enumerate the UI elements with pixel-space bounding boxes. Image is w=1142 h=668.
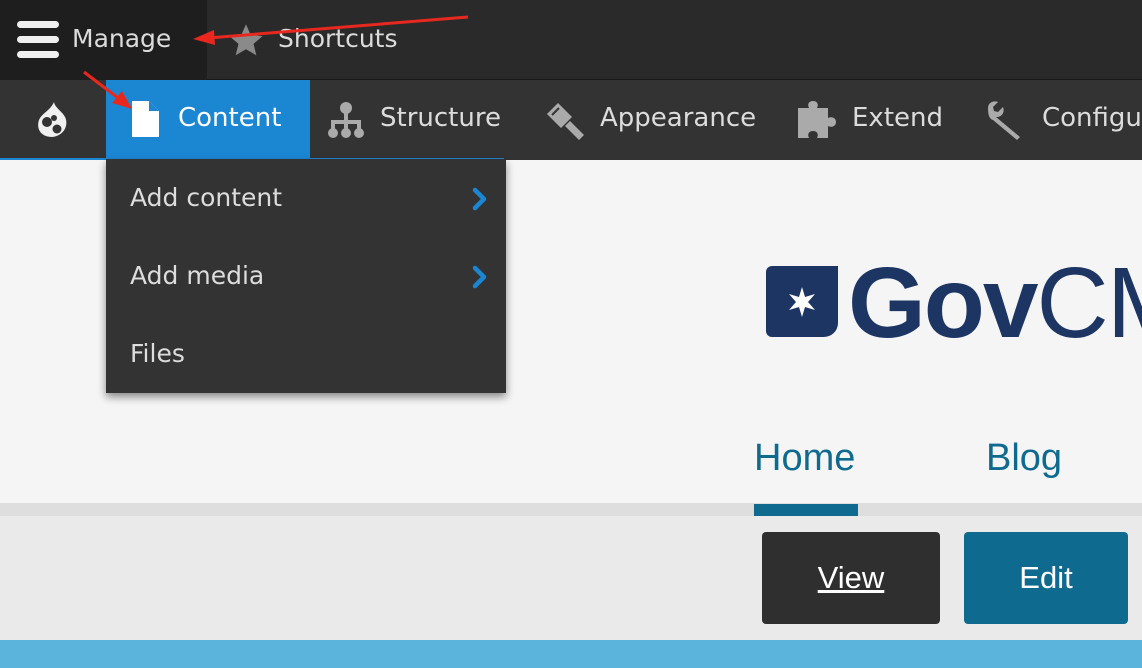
logo-wordmark: GovCM xyxy=(848,253,1142,353)
nav-link-blog[interactable]: Blog xyxy=(986,437,1062,480)
drupal-home-link[interactable] xyxy=(28,80,78,159)
view-button[interactable]: View xyxy=(762,532,940,624)
admin-toolbar: Manage Shortcuts xyxy=(0,0,1142,80)
nav-link-home[interactable]: Home xyxy=(754,437,855,480)
wrench-icon xyxy=(988,101,1020,140)
tray-item-label: Configur xyxy=(1042,103,1142,133)
chevron-right-icon xyxy=(472,187,487,211)
menu-item-add-content[interactable]: Add content xyxy=(106,159,506,237)
drupal-icon xyxy=(38,102,67,137)
document-icon xyxy=(132,101,159,137)
nav-active-indicator xyxy=(754,504,858,516)
manage-label: Manage xyxy=(72,24,172,53)
star-icon xyxy=(229,24,263,56)
sitemap-icon xyxy=(328,102,364,138)
shortcuts-tab[interactable]: Shortcuts xyxy=(207,0,427,80)
chevron-right-icon xyxy=(472,265,487,289)
content-dropdown-menu: Add content Add media Files xyxy=(106,159,506,393)
star-icon xyxy=(789,287,815,317)
edit-button[interactable]: Edit xyxy=(964,532,1128,624)
logo-text-bold: Gov xyxy=(848,247,1038,359)
menu-item-add-media[interactable]: Add media xyxy=(106,237,506,315)
logo-mark xyxy=(766,266,838,337)
logo-text-regular: CM xyxy=(1036,247,1142,359)
local-tasks: View Edit xyxy=(0,516,1142,640)
shortcuts-label: Shortcuts xyxy=(278,24,398,53)
hamburger-icon xyxy=(17,21,59,59)
menu-item-label: Add media xyxy=(130,261,265,290)
paintbrush-icon xyxy=(547,103,584,140)
menu-item-label: Files xyxy=(130,339,185,368)
tray-item-label: Extend xyxy=(852,103,943,133)
main-navigation: Home Blog xyxy=(0,420,1142,516)
manage-tab[interactable]: Manage xyxy=(0,0,207,80)
puzzle-icon xyxy=(798,101,836,138)
tray-item-content[interactable]: Content xyxy=(106,80,310,159)
tray-item-label: Content xyxy=(178,103,282,133)
menu-item-label: Add content xyxy=(130,183,283,212)
menu-item-files[interactable]: Files xyxy=(106,315,506,393)
admin-menu-tray: Content Structure Appearance Extend Conf… xyxy=(0,80,1142,160)
tray-item-label: Structure xyxy=(380,103,501,133)
tray-item-label: Appearance xyxy=(600,103,757,133)
page-banner-strip xyxy=(0,640,1142,668)
